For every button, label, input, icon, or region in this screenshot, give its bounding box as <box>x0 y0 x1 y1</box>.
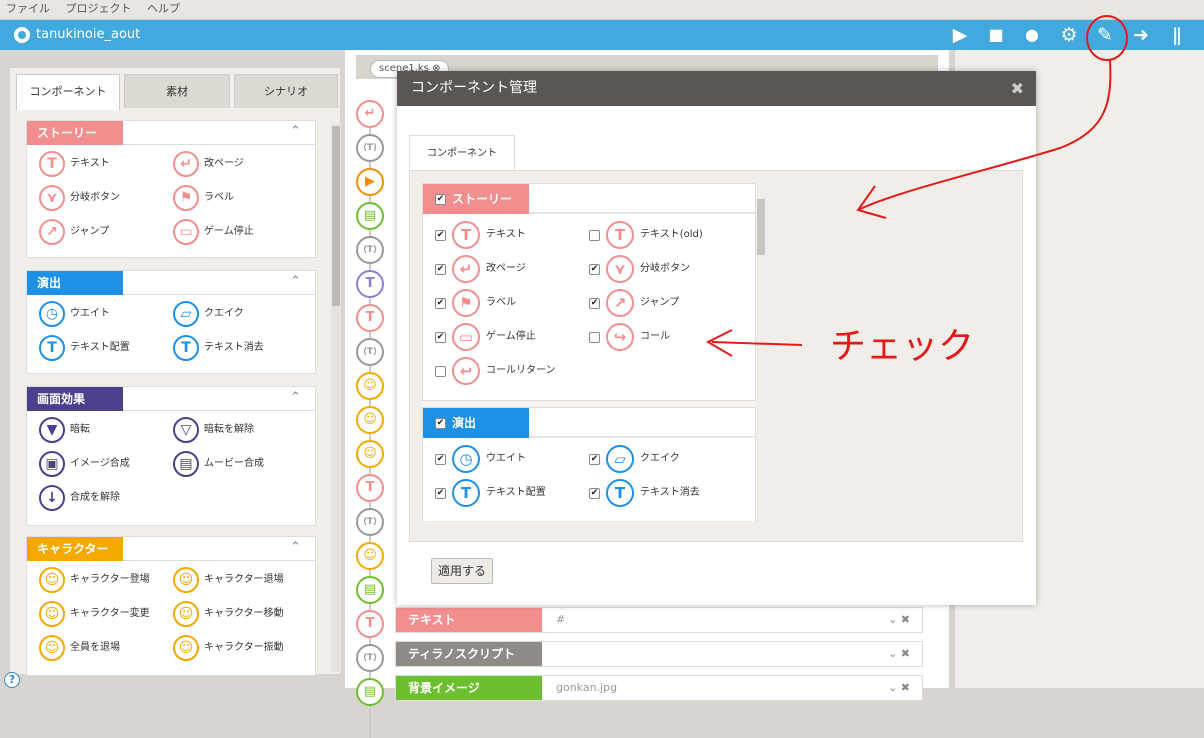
annotation-overlay: チェック <box>705 15 1128 367</box>
check-annotation: チェック <box>830 326 974 367</box>
arrow-head <box>856 185 887 219</box>
check-arrow <box>711 341 803 346</box>
highlight-circle <box>1086 15 1128 61</box>
pointer-arrow <box>857 59 1112 211</box>
